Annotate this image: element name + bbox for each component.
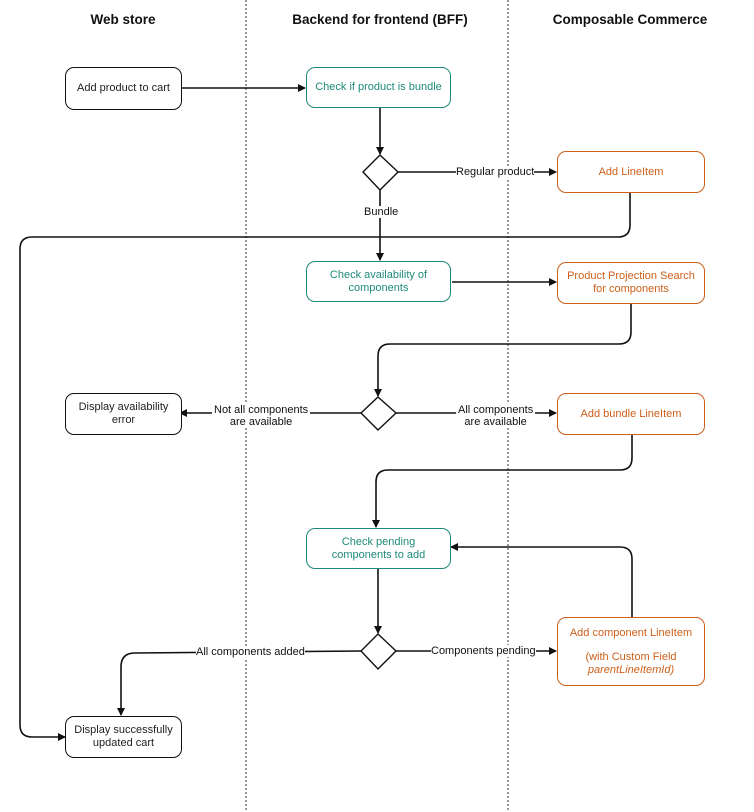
lane-title-web-store: Web store: [90, 12, 156, 27]
label-bundle: Bundle: [364, 206, 399, 218]
label-all-components-added: All components added: [196, 646, 305, 658]
node-display-availability-error[interactable]: Display availability error: [65, 393, 182, 435]
lane-title-composable-commerce: Composable Commerce: [552, 12, 708, 27]
decision-is-bundle: [362, 154, 400, 192]
edge-all-added: [117, 650, 362, 716]
label-not-all-available: Not all components are available: [212, 404, 311, 428]
label-all-available-line2: are available: [464, 416, 527, 428]
decision-availability: [359, 396, 398, 431]
flowchart: Web store Backend for frontend (BFF) Com…: [0, 0, 754, 812]
label-regular-product: Regular product: [456, 166, 535, 178]
node-add-component-title: Add component LineItem: [569, 626, 693, 639]
node-add-product-to-cart[interactable]: Add product to cart: [65, 67, 182, 110]
node-check-availability[interactable]: Check availability of components: [306, 261, 451, 302]
node-product-projection-search[interactable]: Product Projection Search for components: [557, 262, 705, 304]
node-add-lineitem[interactable]: Add LineItem: [557, 151, 705, 193]
edge-component-loop: [450, 543, 633, 617]
label-all-available-line1: All components: [458, 404, 534, 416]
node-check-if-bundle[interactable]: Check if product is bundle: [306, 67, 451, 108]
label-not-all-available-line1: Not all components: [214, 404, 309, 416]
node-display-success[interactable]: Display successfully updated cart: [65, 716, 182, 758]
label-not-all-available-line2: are available: [229, 416, 293, 428]
edge-projection-to-decision2: [374, 304, 632, 397]
node-add-bundle-lineitem[interactable]: Add bundle LineItem: [557, 393, 705, 435]
node-add-component-lineitem[interactable]: Add component LineItem (with Custom Fiel…: [557, 617, 705, 686]
label-all-available: All components are available: [456, 404, 536, 428]
node-add-component-field: parentLineItemId): [587, 663, 675, 676]
label-components-pending: Components pending: [431, 645, 536, 657]
lane-title-bff: Backend for frontend (BFF): [292, 12, 468, 27]
edge-bundle-to-pending: [372, 435, 633, 528]
node-add-component-note: (with Custom Field: [585, 650, 677, 663]
decision-pending: [360, 633, 398, 671]
node-check-pending-components[interactable]: Check pending components to add: [306, 528, 451, 569]
